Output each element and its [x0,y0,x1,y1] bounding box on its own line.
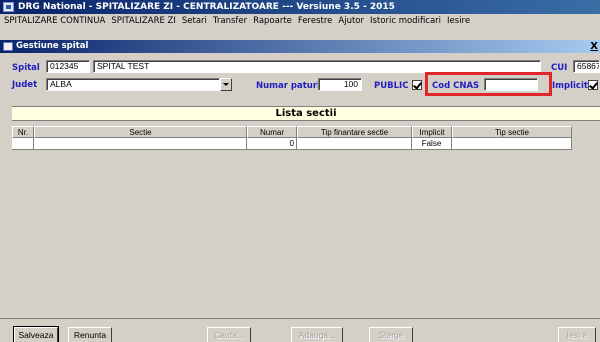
form-title: Gestiune spital [16,41,89,51]
menu-spitalizare-zi[interactable]: SPITALIZARE ZI [111,14,176,28]
implicit-checkbox[interactable] [588,80,598,90]
column-header-sectie[interactable]: Sectie [34,126,247,138]
implicit-label: Implicit [552,81,588,91]
adauga-button-label: Adauga... [298,330,336,340]
form-title-bar: Gestiune spital X [0,40,600,53]
table-row[interactable]: 0 False [12,138,572,150]
adauga-button[interactable]: Adauga... [291,327,343,342]
menu-iesire[interactable]: Iesire [447,14,470,28]
close-icon[interactable]: X [590,40,598,53]
menu-transfer[interactable]: Transfer [213,14,247,28]
judet-label: Judet [12,80,38,90]
cell-tip-sectie[interactable] [452,138,572,150]
sterge-button-label: Sterge [378,330,404,340]
menu-setari[interactable]: Setari [182,14,207,28]
cod-cnas-label: Cod CNAS [432,81,480,91]
menu-spitalizare-continua[interactable]: SPITALIZARE CONTINUA [4,14,105,28]
judet-select[interactable]: ALBA [46,78,220,91]
salveaza-button[interactable]: Salveaza [13,326,59,342]
public-label: PUBLIC [374,81,409,91]
salveaza-button-label: Salveaza [18,330,54,340]
menu-ferestre[interactable]: Ferestre [298,14,333,28]
menu-ajutor[interactable]: Ajutor [338,14,364,28]
sectii-grid[interactable]: Nr. Sectie Numar Tip finantare sectie Im… [12,120,600,316]
cod-cnas-field[interactable] [484,78,538,91]
sterge-button[interactable]: Sterge [369,327,413,342]
renunta-button-label: Renunta [73,330,107,340]
spital-label: Spital [12,63,40,73]
column-header-nr[interactable]: Nr. [12,126,34,138]
menu-istoric-modificari[interactable]: Istoric modificari [370,14,441,28]
column-header-numar[interactable]: Numar [247,126,297,138]
cui-label: CUI [551,63,568,73]
cui-field[interactable]: 658678 [573,60,600,73]
window-title-bar: DRG National - SPITALIZARE ZI - CENTRALI… [0,0,600,14]
spital-code-field[interactable]: 012345 [46,60,90,73]
menu-rapoarte[interactable]: Rapoarte [253,14,292,28]
window-title: DRG National - SPITALIZARE ZI - CENTRALI… [18,2,395,12]
cell-implicit[interactable]: False [412,138,452,150]
column-header-implicit[interactable]: Implicit [412,126,452,138]
cauta-button-label: Cauta... [214,330,244,340]
grid-header-row: Nr. Sectie Numar Tip finantare sectie Im… [12,126,572,138]
renunta-button[interactable]: Renunta [68,327,112,342]
iesire-button-label: Iesire [566,330,588,340]
column-header-tip-finantare[interactable]: Tip finantare sectie [297,126,412,138]
numar-paturi-field[interactable]: 100 [318,78,362,91]
cell-tip-finantare[interactable] [297,138,412,150]
app-icon [3,2,14,12]
menu-bar: SPITALIZARE CONTINUA SPITALIZARE ZI Seta… [0,14,600,28]
public-checkbox[interactable] [412,80,422,90]
iesire-button[interactable]: Iesire [558,327,596,342]
grid-caption: Lista sectii [12,106,600,120]
column-header-tip-sectie[interactable]: Tip sectie [452,126,572,138]
numar-paturi-label: Numar paturi [256,81,320,91]
cell-numar[interactable]: 0 [247,138,297,150]
form-icon [3,42,13,51]
cell-sectie[interactable] [34,138,247,150]
cauta-button[interactable]: Cauta... [207,327,251,342]
chevron-down-icon[interactable] [220,78,232,91]
cell-nr[interactable] [12,138,34,150]
